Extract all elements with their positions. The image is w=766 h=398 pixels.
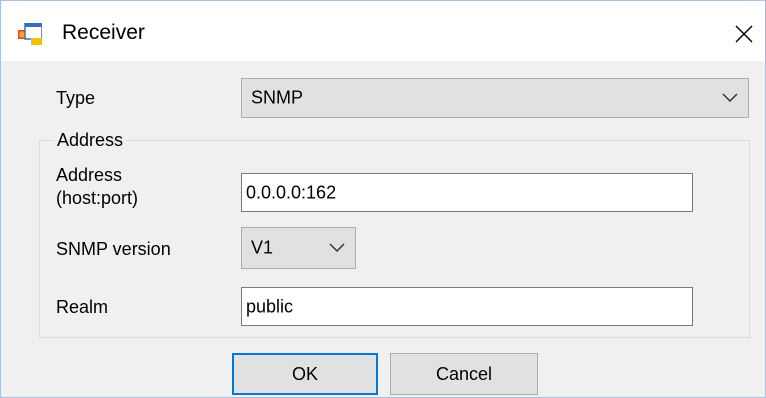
close-button[interactable] [723, 13, 765, 55]
address-input-value: 0.0.0.0:162 [246, 182, 337, 202]
address-input[interactable]: 0.0.0.0:162 [241, 173, 693, 212]
type-select-value: SNMP [251, 87, 304, 108]
realm-input[interactable]: public [241, 287, 693, 326]
receiver-dialog: Receiver Type SNMP Address Address (host… [0, 0, 766, 398]
chevron-down-icon [329, 243, 345, 253]
address-label: Address [56, 165, 123, 185]
address-group-legend: Address [54, 130, 127, 150]
close-icon [735, 25, 753, 43]
title-bar: Receiver [1, 1, 765, 61]
realm-input-value: public [246, 296, 294, 316]
cancel-button[interactable]: Cancel [390, 353, 538, 395]
snmp-version-select[interactable]: V1 [241, 227, 356, 269]
ok-button[interactable]: OK [232, 353, 378, 395]
snmp-version-value: V1 [251, 237, 274, 258]
type-label: Type [56, 88, 96, 108]
window-title: Receiver [62, 21, 145, 44]
type-select[interactable]: SNMP [241, 78, 749, 118]
address-label-hint: (host:port) [56, 188, 139, 208]
snmp-version-label: SNMP version [56, 239, 171, 259]
realm-label: Realm [56, 297, 109, 317]
chevron-down-icon [722, 93, 738, 103]
window-app-icon [18, 23, 42, 45]
